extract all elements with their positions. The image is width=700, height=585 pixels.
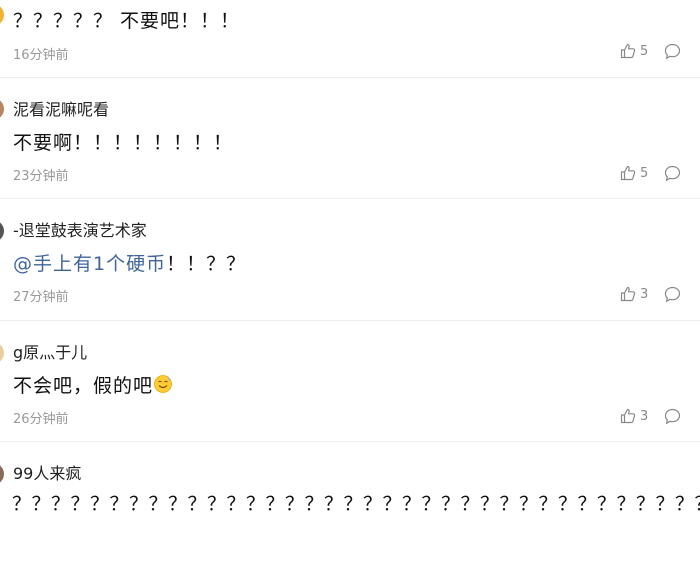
- comment-text-body: 不会吧，假的吧: [13, 375, 154, 397]
- comment-text: ？？？？？ 不要吧！！！: [13, 10, 241, 32]
- comment-bubble-icon[interactable]: [664, 408, 681, 425]
- comment-bubble-icon[interactable]: [664, 165, 681, 182]
- comment-bubble-icon[interactable]: [664, 286, 681, 303]
- comment-username[interactable]: 99人来疯: [13, 460, 81, 484]
- like-count: 3: [640, 408, 649, 424]
- like-button[interactable]: 5: [620, 43, 648, 59]
- divider: [0, 198, 700, 199]
- like-count: 5: [640, 165, 649, 181]
- thumbs-up-icon: [620, 43, 636, 59]
- thumbs-up-icon: [620, 286, 636, 302]
- comment-text: ？？？？？？？？？？？？？？？？？？？？？？？？？？？？？？？？？？？？？？？？…: [12, 493, 700, 515]
- comment-username[interactable]: g原灬于儿: [13, 339, 87, 363]
- comment-item: 99人来疯 ？？？？？？？？？？？？？？？？？？？？？？？？？？？？？？？？？？…: [0, 441, 700, 585]
- comment-time: 23分钟前: [13, 169, 69, 184]
- comment-text: 不要啊！！！！！！！！: [13, 132, 234, 154]
- like-button[interactable]: 5: [620, 165, 648, 181]
- avatar[interactable]: [0, 4, 4, 26]
- smiling-sweat-emoji: [153, 374, 173, 399]
- comment-text: 不会吧，假的吧: [13, 371, 173, 399]
- like-count: 5: [640, 43, 649, 59]
- comment-text-body: ！！？？: [166, 253, 247, 275]
- comment-username[interactable]: -退堂鼓表演艺术家: [13, 217, 147, 241]
- comment-text: @手上有1个硬币！！？？: [13, 249, 246, 276]
- comment-bubble-icon[interactable]: [664, 43, 681, 60]
- comment-time: 27分钟前: [13, 290, 69, 305]
- divider: [0, 320, 700, 321]
- comment-time: 16分钟前: [13, 48, 69, 63]
- avatar[interactable]: [0, 463, 4, 485]
- avatar[interactable]: [0, 98, 4, 120]
- like-count: 3: [640, 286, 649, 302]
- thumbs-up-icon: [620, 408, 636, 424]
- avatar[interactable]: [0, 342, 4, 364]
- comment-username[interactable]: 泥看泥嘛呢看: [13, 96, 109, 120]
- avatar[interactable]: [0, 220, 4, 242]
- thumbs-up-icon: [620, 165, 636, 181]
- comment-time: 26分钟前: [13, 412, 69, 427]
- mention-link[interactable]: @手上有1个硬币: [13, 253, 166, 275]
- like-button[interactable]: 3: [620, 286, 648, 302]
- like-button[interactable]: 3: [620, 408, 648, 424]
- divider: [0, 77, 700, 78]
